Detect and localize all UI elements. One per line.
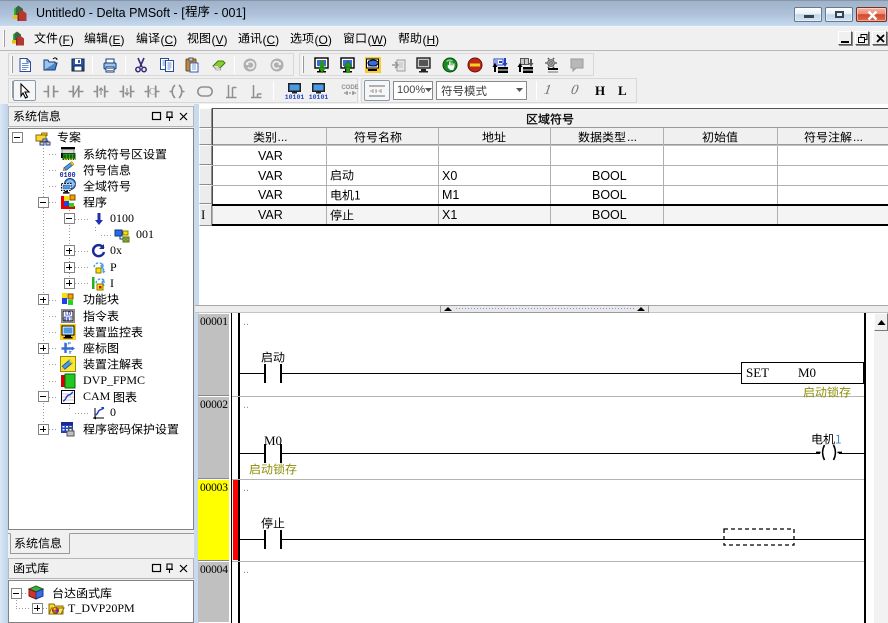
svg-text:CODE: CODE <box>341 85 358 91</box>
svg-text:10101: 10101 <box>309 94 329 101</box>
svg-text:OVT: OVT <box>63 316 72 322</box>
svg-text:10101: 10101 <box>285 94 305 101</box>
svg-text:C: C <box>149 87 155 97</box>
